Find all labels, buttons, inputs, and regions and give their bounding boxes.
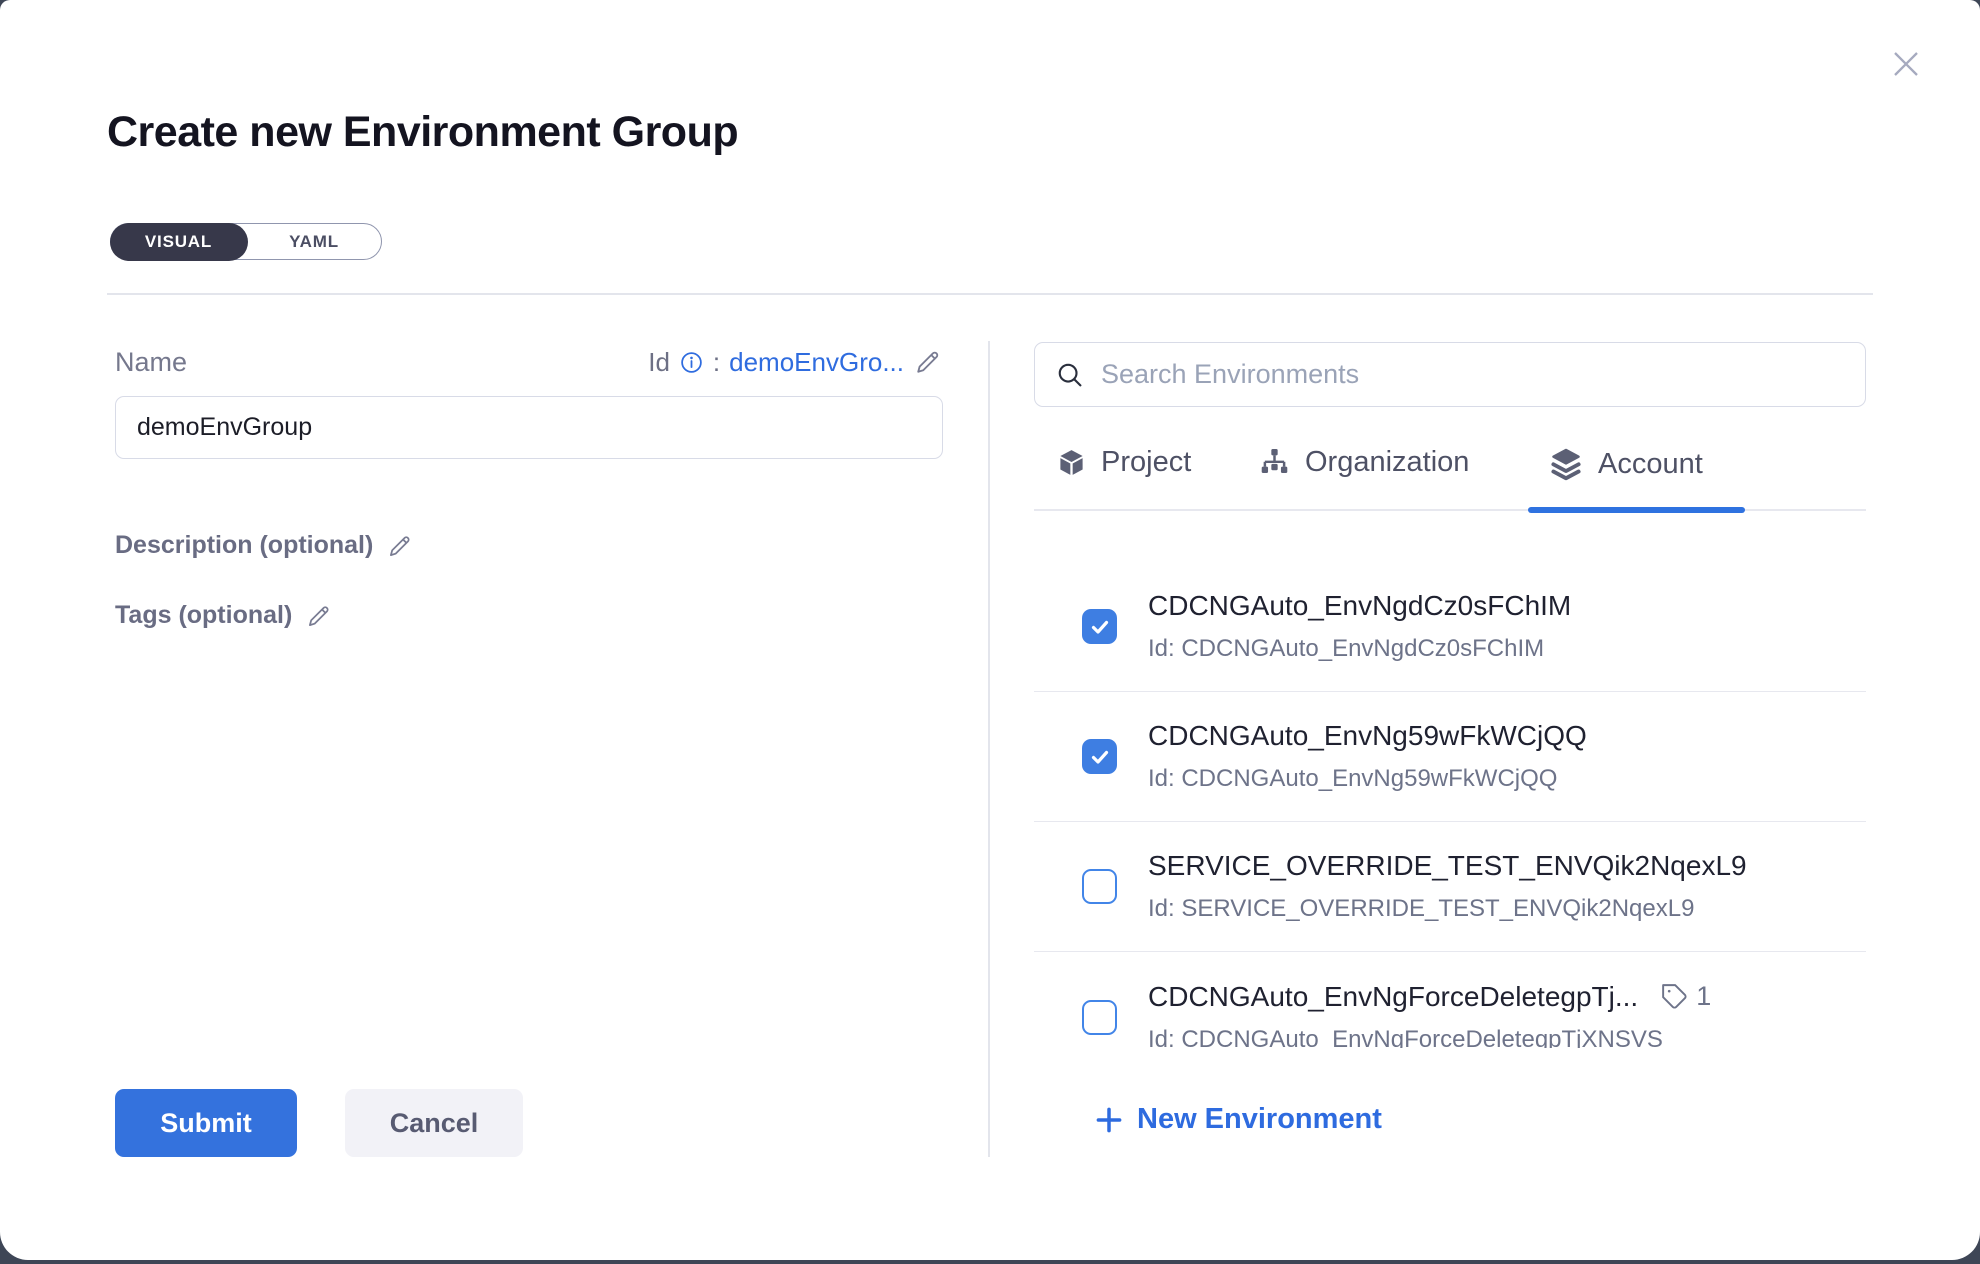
new-environment-label: New Environment: [1137, 1103, 1382, 1136]
env-checkbox[interactable]: [1082, 609, 1117, 644]
edit-tags-pencil-icon[interactable]: [305, 602, 333, 630]
toggle-visual[interactable]: VISUAL: [110, 223, 248, 261]
screen: Create new Environment Group VISUAL YAML…: [0, 0, 1980, 1264]
tags-row: Tags (optional): [115, 601, 333, 630]
env-tag-badge: 1: [1660, 981, 1711, 1012]
x-mark-glyph: [1884, 42, 1928, 86]
plus-icon: [1094, 1105, 1124, 1135]
close-icon[interactable]: [1883, 41, 1929, 87]
tab-project[interactable]: Project: [1056, 446, 1191, 479]
tab-organization[interactable]: Organization: [1258, 446, 1469, 479]
id-prefix-label: Id: [648, 347, 670, 378]
environment-row[interactable]: CDCNGAuto_EnvNgdCz0sFChIM Id: CDCNGAuto_…: [1034, 562, 1866, 692]
id-value-link[interactable]: demoEnvGro...: [729, 347, 904, 378]
search-environments-input[interactable]: [1101, 359, 1845, 390]
panel-divider: [988, 341, 990, 1157]
env-name: SERVICE_OVERRIDE_TEST_ENVQik2NqexL9: [1148, 850, 1747, 882]
tab-account[interactable]: Account: [1548, 446, 1703, 482]
env-name: CDCNGAuto_EnvNgForceDeletegpTj...: [1148, 981, 1638, 1013]
tab-account-label: Account: [1598, 448, 1703, 481]
create-environment-group-modal: Create new Environment Group VISUAL YAML…: [0, 0, 1980, 1260]
env-checkbox[interactable]: [1082, 869, 1117, 904]
description-label: Description (optional): [115, 531, 373, 560]
env-name: CDCNGAuto_EnvNg59wFkWCjQQ: [1148, 720, 1587, 752]
env-id: Id: CDCNGAuto_EnvNg59wFkWCjQQ: [1148, 765, 1587, 793]
layers-icon: [1548, 446, 1584, 482]
env-texts: CDCNGAuto_EnvNgdCz0sFChIM Id: CDCNGAuto_…: [1148, 590, 1571, 663]
submit-button[interactable]: Submit: [115, 1089, 297, 1157]
scope-tabs: Project Organization: [1034, 440, 1866, 511]
env-texts: SERVICE_OVERRIDE_TEST_ENVQik2NqexL9 Id: …: [1148, 850, 1747, 923]
visual-yaml-toggle: VISUAL YAML: [110, 223, 382, 260]
checkmark-icon: [1088, 615, 1112, 639]
checkmark-icon: [1088, 745, 1112, 769]
search-icon: [1055, 360, 1085, 390]
environment-list: CDCNGAuto_EnvNgdCz0sFChIM Id: CDCNGAuto_…: [1034, 512, 1866, 1048]
description-row: Description (optional): [115, 531, 414, 560]
tab-project-label: Project: [1101, 446, 1191, 479]
environment-row[interactable]: SERVICE_OVERRIDE_TEST_ENVQik2NqexL9 Id: …: [1034, 822, 1866, 952]
cancel-button[interactable]: Cancel: [345, 1089, 523, 1157]
env-id: Id: SERVICE_OVERRIDE_TEST_ENVQik2NqexL9: [1148, 895, 1747, 923]
env-tag-count: 1: [1696, 981, 1711, 1012]
edit-description-pencil-icon[interactable]: [386, 532, 414, 560]
tags-label: Tags (optional): [115, 601, 292, 630]
name-input[interactable]: [115, 396, 943, 459]
search-environments-box: [1034, 342, 1866, 407]
sitemap-icon: [1258, 446, 1291, 479]
toggle-yaml[interactable]: YAML: [247, 224, 381, 259]
tag-icon: [1660, 982, 1689, 1011]
env-checkbox[interactable]: [1082, 739, 1117, 774]
env-id: Id: CDCNGAuto_EnvNgForceDeletegpTjXNSVS: [1148, 1026, 1711, 1049]
name-label: Name: [115, 347, 187, 378]
env-checkbox[interactable]: [1082, 1000, 1117, 1035]
env-texts: CDCNGAuto_EnvNgForceDeletegpTj... 1 Id: …: [1148, 981, 1711, 1049]
edit-id-pencil-icon[interactable]: [913, 347, 943, 377]
info-icon[interactable]: [679, 350, 704, 375]
environment-row[interactable]: CDCNGAuto_EnvNg59wFkWCjQQ Id: CDCNGAuto_…: [1034, 692, 1866, 822]
env-texts: CDCNGAuto_EnvNg59wFkWCjQQ Id: CDCNGAuto_…: [1148, 720, 1587, 793]
environment-row[interactable]: CDCNGAuto_EnvNgForceDeletegpTj... 1 Id: …: [1034, 952, 1866, 1048]
id-colon: :: [713, 347, 720, 378]
tab-organization-label: Organization: [1305, 446, 1469, 479]
env-id: Id: CDCNGAuto_EnvNgdCz0sFChIM: [1148, 635, 1571, 663]
new-environment-button[interactable]: New Environment: [1094, 1103, 1382, 1136]
header-divider: [107, 293, 1873, 295]
name-row: Name Id : demoEnvGro...: [115, 344, 943, 380]
page-title: Create new Environment Group: [107, 108, 738, 157]
id-group: Id : demoEnvGro...: [648, 347, 943, 378]
env-name: CDCNGAuto_EnvNgdCz0sFChIM: [1148, 590, 1571, 622]
cube-icon: [1056, 447, 1087, 478]
